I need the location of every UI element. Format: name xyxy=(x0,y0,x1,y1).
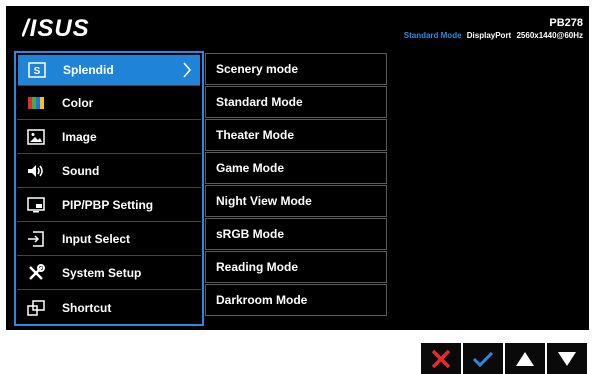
menu-item-input-select[interactable]: Input Select xyxy=(17,223,201,256)
menu-item-label: System Setup xyxy=(62,266,142,280)
submenu-item-standard[interactable]: Standard Mode xyxy=(205,86,387,118)
speaker-icon xyxy=(26,163,46,179)
submenu-item-scenery[interactable]: Scenery mode xyxy=(205,53,387,85)
menu-item-color[interactable]: Color xyxy=(17,87,201,120)
menu-item-shortcut[interactable]: Shortcut xyxy=(17,291,201,324)
svg-text:S: S xyxy=(34,66,41,77)
osd-panel: /ISUS PB278 Standard Mode DisplayPort 25… xyxy=(6,6,589,330)
submenu: Scenery mode Standard Mode Theater Mode … xyxy=(205,53,387,317)
key-guide xyxy=(421,343,587,374)
menu-item-sound[interactable]: Sound xyxy=(17,155,201,188)
main-menu: S Splendid Color Image Sound PIP/PBP Set… xyxy=(14,51,204,326)
status-mode: Standard Mode xyxy=(403,31,462,40)
tools-icon xyxy=(26,264,46,281)
submenu-item-game[interactable]: Game Mode xyxy=(205,152,387,184)
menu-item-system-setup[interactable]: System Setup xyxy=(17,257,201,290)
menu-item-label: PIP/PBP Setting xyxy=(62,198,154,212)
menu-item-label: Splendid xyxy=(63,63,114,77)
checkmark-icon xyxy=(472,351,494,367)
input-select-icon xyxy=(26,231,46,247)
submenu-item-srgb[interactable]: sRGB Mode xyxy=(205,218,387,250)
down-button[interactable] xyxy=(547,343,587,374)
menu-item-label: Shortcut xyxy=(62,300,112,315)
menu-item-label: Sound xyxy=(62,164,100,178)
menu-item-splendid[interactable]: S Splendid xyxy=(18,55,200,86)
menu-item-pip-pbp[interactable]: PIP/PBP Setting xyxy=(17,189,201,222)
menu-item-label: Image xyxy=(62,130,97,144)
image-icon xyxy=(26,129,46,145)
submenu-item-darkroom[interactable]: Darkroom Mode xyxy=(205,284,387,316)
submenu-item-night-view[interactable]: Night View Mode xyxy=(205,185,387,217)
menu-item-label: Color xyxy=(62,96,94,110)
menu-item-label: Input Select xyxy=(62,232,131,246)
pip-icon xyxy=(26,197,46,213)
chevron-right-icon xyxy=(182,61,192,82)
splendid-s-icon: S xyxy=(27,62,47,78)
cancel-button[interactable] xyxy=(421,343,461,374)
submenu-item-theater[interactable]: Theater Mode xyxy=(205,119,387,151)
model-name: PB278 xyxy=(549,17,583,29)
confirm-button[interactable] xyxy=(463,343,503,374)
status-resolution: 2560x1440@60Hz xyxy=(516,31,583,40)
menu-item-image[interactable]: Image xyxy=(17,121,201,154)
shortcut-icon xyxy=(26,299,46,316)
submenu-item-reading[interactable]: Reading Mode xyxy=(205,251,387,283)
color-bars-icon xyxy=(26,95,46,111)
asus-logo: /ISUS xyxy=(22,15,90,41)
status-line: Standard Mode DisplayPort 2560x1440@60Hz xyxy=(404,31,583,40)
arrow-up-icon xyxy=(516,351,534,366)
up-button[interactable] xyxy=(505,343,545,374)
arrow-down-icon xyxy=(558,351,576,366)
close-x-icon xyxy=(431,349,451,368)
svg-text:/ISUS: /ISUS xyxy=(22,15,90,41)
status-input: DisplayPort xyxy=(466,31,512,40)
